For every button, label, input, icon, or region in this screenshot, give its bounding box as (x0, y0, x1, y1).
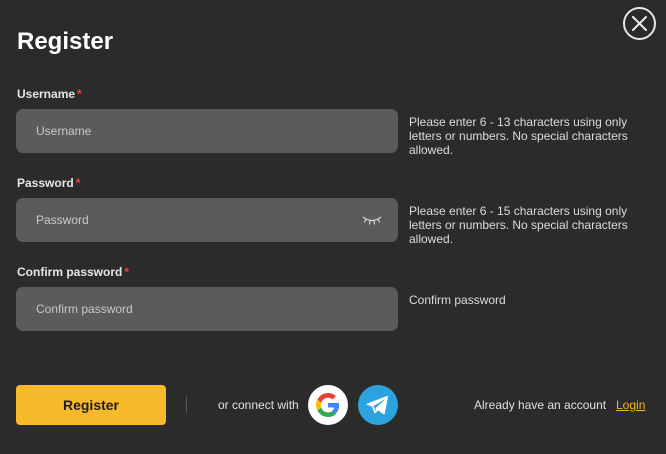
username-input[interactable] (16, 109, 398, 153)
username-field[interactable] (16, 109, 398, 153)
google-icon (316, 393, 340, 417)
telegram-icon (366, 395, 388, 415)
password-input[interactable] (16, 198, 398, 242)
password-field[interactable] (16, 198, 398, 242)
username-label-text: Username (17, 87, 76, 101)
required-mark: * (77, 87, 82, 101)
login-link[interactable]: Login (616, 398, 645, 412)
confirm-password-hint: Confirm password (409, 293, 506, 307)
divider (186, 396, 187, 413)
already-have-account-text: Already have an account (474, 398, 607, 412)
confirm-password-label: Confirm password * (17, 265, 129, 279)
eye-closed-icon[interactable] (362, 215, 382, 225)
close-icon (632, 16, 647, 31)
telegram-login-button[interactable] (358, 385, 398, 425)
confirm-password-field[interactable] (16, 287, 398, 331)
dialog-title: Register (17, 28, 114, 55)
password-hint: Please enter 6 - 15 characters using onl… (409, 204, 628, 246)
register-button[interactable]: Register (16, 385, 166, 425)
password-label: Password * (17, 176, 80, 190)
username-label: Username * (17, 87, 82, 101)
confirm-password-input[interactable] (16, 287, 398, 331)
password-label-text: Password (17, 176, 74, 190)
google-login-button[interactable] (308, 385, 348, 425)
close-button[interactable] (623, 7, 656, 40)
username-hint: Please enter 6 - 13 characters using onl… (409, 115, 628, 157)
required-mark: * (124, 265, 130, 279)
confirm-password-label-text: Confirm password (17, 265, 123, 279)
connect-with-text: or connect with (218, 398, 299, 412)
required-mark: * (75, 176, 81, 190)
